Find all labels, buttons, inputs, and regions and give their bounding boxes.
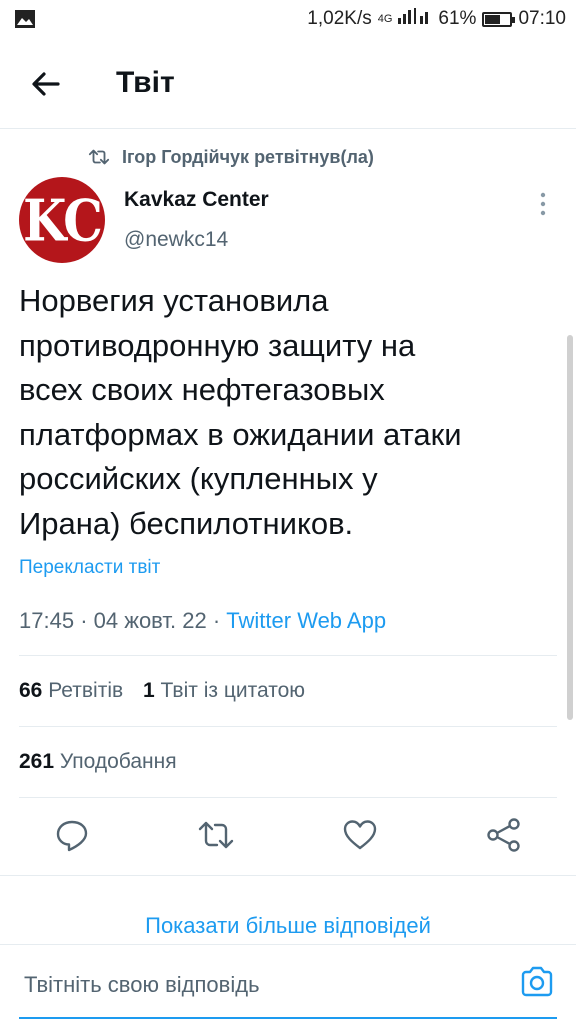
tweet-text-line: платформах в ожидании атаки <box>19 416 462 452</box>
battery-icon <box>482 11 516 27</box>
divider <box>19 655 557 656</box>
likes-count: 261 <box>19 750 55 773</box>
quotes-stat[interactable]: 1 Твіт із цитатою <box>143 679 305 702</box>
network-speed: 1,02K/s <box>307 8 372 29</box>
more-options-button[interactable] <box>532 190 554 218</box>
show-more-replies-link[interactable]: Показати більше відповідей <box>0 913 576 939</box>
author-handle[interactable]: @newkc14 <box>124 228 228 252</box>
page-title: Твіт <box>116 66 175 99</box>
retweet-icon <box>88 149 110 165</box>
camera-button[interactable] <box>519 964 555 1000</box>
avatar-logo-text: KC <box>23 186 103 254</box>
image-notification-icon <box>14 9 36 35</box>
translate-tweet-link[interactable]: Перекласти твіт <box>19 557 160 579</box>
share-icon <box>487 818 520 852</box>
meta-separator: · <box>80 608 88 633</box>
retweet-stats: 66 Ретвітів 1 Твіт із цитатою <box>19 679 319 703</box>
reply-input-underline <box>19 1017 557 1019</box>
tweet-text-line: всех своих нефтегазовых <box>19 372 385 408</box>
retweets-stat[interactable]: 66 Ретвітів <box>19 679 123 702</box>
status-indicators: 1,02K/s 4G 61% 07:10 <box>307 8 566 30</box>
tweet-time: 17:45 <box>19 608 75 633</box>
avatar[interactable]: KC <box>19 177 105 263</box>
heart-icon <box>343 820 377 850</box>
tweet-source-link[interactable]: Twitter Web App <box>226 608 386 633</box>
retweet-context-label: Ігор Гордійчук ретвітнув(ла) <box>122 146 374 167</box>
reply-button[interactable] <box>52 815 92 855</box>
reply-input[interactable]: Твітніть свою відповідь <box>24 972 260 998</box>
divider <box>19 726 557 727</box>
scrollbar[interactable] <box>567 335 573 720</box>
reply-icon <box>56 820 88 852</box>
arrow-left-icon <box>32 72 60 96</box>
meta-separator: · <box>212 608 221 633</box>
network-type: 4G <box>377 13 393 25</box>
clock: 07:10 <box>518 8 566 29</box>
tweet-text-line: российских (купленных у <box>19 461 378 497</box>
tweet-text-line: Ирана) беспилотников. <box>19 505 354 541</box>
signal-icon <box>398 8 432 30</box>
tweet-text-line: противодронную защиту на <box>19 327 416 363</box>
tweet-actions <box>0 815 576 859</box>
likes-stats: 261 Уподобання <box>19 750 191 774</box>
divider <box>0 875 576 876</box>
quotes-label: Твіт із цитатою <box>160 679 306 702</box>
author-name[interactable]: Kavkaz Center <box>124 188 269 212</box>
more-vertical-icon <box>540 192 546 216</box>
reply-composer: Твітніть свою відповідь <box>0 944 576 1024</box>
likes-stat[interactable]: 261 Уподобання <box>19 750 177 773</box>
retweet-context[interactable]: Ігор Гордійчук ретвітнув(ла) <box>88 146 374 168</box>
retweets-label: Ретвітів <box>48 679 124 702</box>
back-button[interactable] <box>26 64 66 104</box>
tweet-text-line: Норвегия установила <box>19 283 329 318</box>
status-bar: 1,02K/s 4G 61% 07:10 <box>0 0 576 40</box>
likes-label: Уподобання <box>59 750 177 773</box>
top-app-bar: Твіт <box>0 40 576 129</box>
tweet-text: Норвегия установила противодронную защит… <box>19 279 539 547</box>
camera-icon <box>521 966 553 997</box>
divider <box>19 797 557 798</box>
divider <box>0 944 576 945</box>
battery-percent: 61% <box>438 8 477 29</box>
tweet-meta: 17:45 · 04 жовт. 22 · Twitter Web App <box>19 608 386 634</box>
quotes-count: 1 <box>143 679 155 702</box>
retweet-button[interactable] <box>196 815 236 855</box>
tweet-date: 04 жовт. 22 <box>93 608 207 633</box>
like-button[interactable] <box>340 815 380 855</box>
retweets-count: 66 <box>19 679 43 702</box>
retweet-icon <box>198 821 234 849</box>
share-button[interactable] <box>484 815 524 855</box>
